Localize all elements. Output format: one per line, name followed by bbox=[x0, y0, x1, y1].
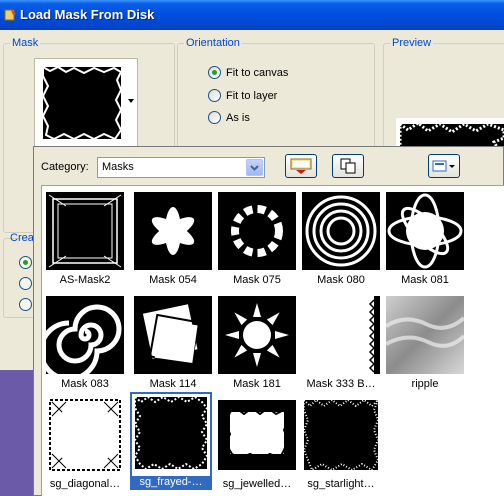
mask-thumbnail bbox=[302, 296, 380, 374]
radio-fit-to-canvas[interactable]: Fit to canvas bbox=[208, 66, 288, 79]
radio-label: Fit to layer bbox=[226, 89, 278, 102]
category-value: Masks bbox=[102, 161, 134, 173]
mask-thumbnail bbox=[386, 296, 464, 374]
mask-thumbnail bbox=[46, 396, 124, 474]
mask-tile[interactable]: Mask 114 bbox=[132, 294, 214, 392]
title-bar[interactable]: Load Mask From Disk bbox=[0, 0, 504, 30]
create-radio-2[interactable] bbox=[19, 277, 32, 290]
app-icon bbox=[4, 8, 16, 21]
radio-as-is[interactable]: As is bbox=[208, 111, 250, 124]
radio-button-icon[interactable] bbox=[208, 111, 221, 124]
mask-thumbnail bbox=[218, 192, 296, 270]
mask-tile-label: Mask 054 bbox=[149, 274, 197, 286]
mask-tile-label: Mask 075 bbox=[233, 274, 281, 286]
mask-thumbnail bbox=[386, 192, 464, 270]
mask-tile[interactable]: Mask 075 bbox=[216, 190, 298, 288]
mask-tile-label: sg_frayed-… bbox=[132, 476, 210, 488]
radio-button-icon[interactable] bbox=[208, 89, 221, 102]
mask-thumbnail bbox=[46, 192, 124, 270]
radio-fit-to-layer[interactable]: Fit to layer bbox=[208, 89, 277, 102]
mask-tile[interactable]: Mask 083 bbox=[44, 294, 126, 392]
mask-tile-label: Mask 333 B… bbox=[306, 378, 376, 390]
mask-thumbnail bbox=[218, 396, 296, 474]
mask-thumbnail bbox=[132, 394, 210, 472]
mask-tile-label: Mask 083 bbox=[61, 378, 109, 390]
mask-tile-label: Mask 080 bbox=[317, 274, 365, 286]
mask-tile-label: sg_starlight… bbox=[307, 478, 375, 490]
mask-tile-label: AS-Mask2 bbox=[59, 274, 111, 286]
category-label: Category: bbox=[41, 161, 89, 173]
mask-thumbnail bbox=[302, 192, 380, 270]
chevron-down-icon[interactable] bbox=[246, 159, 263, 176]
mask-tile-label: sg_jewelled… bbox=[222, 478, 292, 490]
mask-tile-label: Mask 181 bbox=[233, 378, 281, 390]
view-options-button[interactable] bbox=[428, 154, 460, 178]
mask-thumbnail bbox=[46, 296, 124, 374]
mask-group-label: Mask bbox=[10, 37, 41, 49]
mask-picker-arrow-icon[interactable] bbox=[128, 99, 134, 103]
window-title: Load Mask From Disk bbox=[20, 7, 155, 22]
mask-thumbnail bbox=[218, 296, 296, 374]
browse-resources-button[interactable] bbox=[285, 154, 317, 178]
mask-tile[interactable]: Mask 181 bbox=[216, 294, 298, 392]
mask-tile-label: Mask 114 bbox=[149, 378, 197, 390]
mask-tile[interactable]: sg_diagonal… bbox=[44, 394, 126, 492]
preview-group-label: Preview bbox=[390, 37, 434, 49]
mask-tile[interactable]: AS-Mask2 bbox=[44, 190, 126, 288]
mask-tile[interactable]: sg_frayed-… bbox=[130, 392, 212, 490]
copy-icon bbox=[340, 158, 356, 174]
mask-tile[interactable]: Mask 054 bbox=[132, 190, 214, 288]
mask-picker-button[interactable] bbox=[34, 58, 138, 148]
create-group-label: Crea bbox=[10, 232, 34, 244]
radio-label: Fit to canvas bbox=[226, 66, 289, 79]
orientation-group-label: Orientation bbox=[184, 37, 242, 49]
mask-thumbnail bbox=[134, 296, 212, 374]
mask-tile[interactable]: Mask 333 B… bbox=[300, 294, 382, 392]
radio-label: As is bbox=[226, 111, 250, 124]
category-select[interactable]: Masks bbox=[97, 157, 265, 178]
mask-tile-label: ripple bbox=[411, 378, 439, 390]
create-radio-3[interactable] bbox=[19, 298, 32, 311]
mask-browser-popup: Category: Masks AS-Mask2 Mask 054 Mask 075… bbox=[33, 146, 504, 496]
mask-tile[interactable]: ripple bbox=[384, 294, 466, 392]
mask-thumbnail bbox=[302, 396, 380, 474]
browse-icon bbox=[290, 158, 312, 174]
mask-tile-label: Mask 081 bbox=[401, 274, 449, 286]
create-radio-1[interactable] bbox=[19, 256, 32, 269]
radio-button-icon[interactable] bbox=[208, 66, 221, 79]
mask-tile[interactable]: Mask 081 bbox=[384, 190, 466, 288]
mask-thumbnail bbox=[134, 192, 212, 270]
mask-tile[interactable]: sg_starlight… bbox=[300, 394, 382, 492]
mask-tile-label: sg_diagonal… bbox=[49, 478, 121, 490]
current-mask-thumbnail bbox=[40, 64, 124, 142]
view-menu-icon bbox=[432, 160, 455, 172]
copy-button[interactable] bbox=[332, 154, 364, 178]
mask-tile[interactable]: Mask 080 bbox=[300, 190, 382, 288]
mask-tile[interactable]: sg_jewelled… bbox=[216, 394, 298, 492]
mask-thumbnail-grid: AS-Mask2 Mask 054 Mask 075 Mask 080 Mask 081… bbox=[41, 185, 504, 496]
